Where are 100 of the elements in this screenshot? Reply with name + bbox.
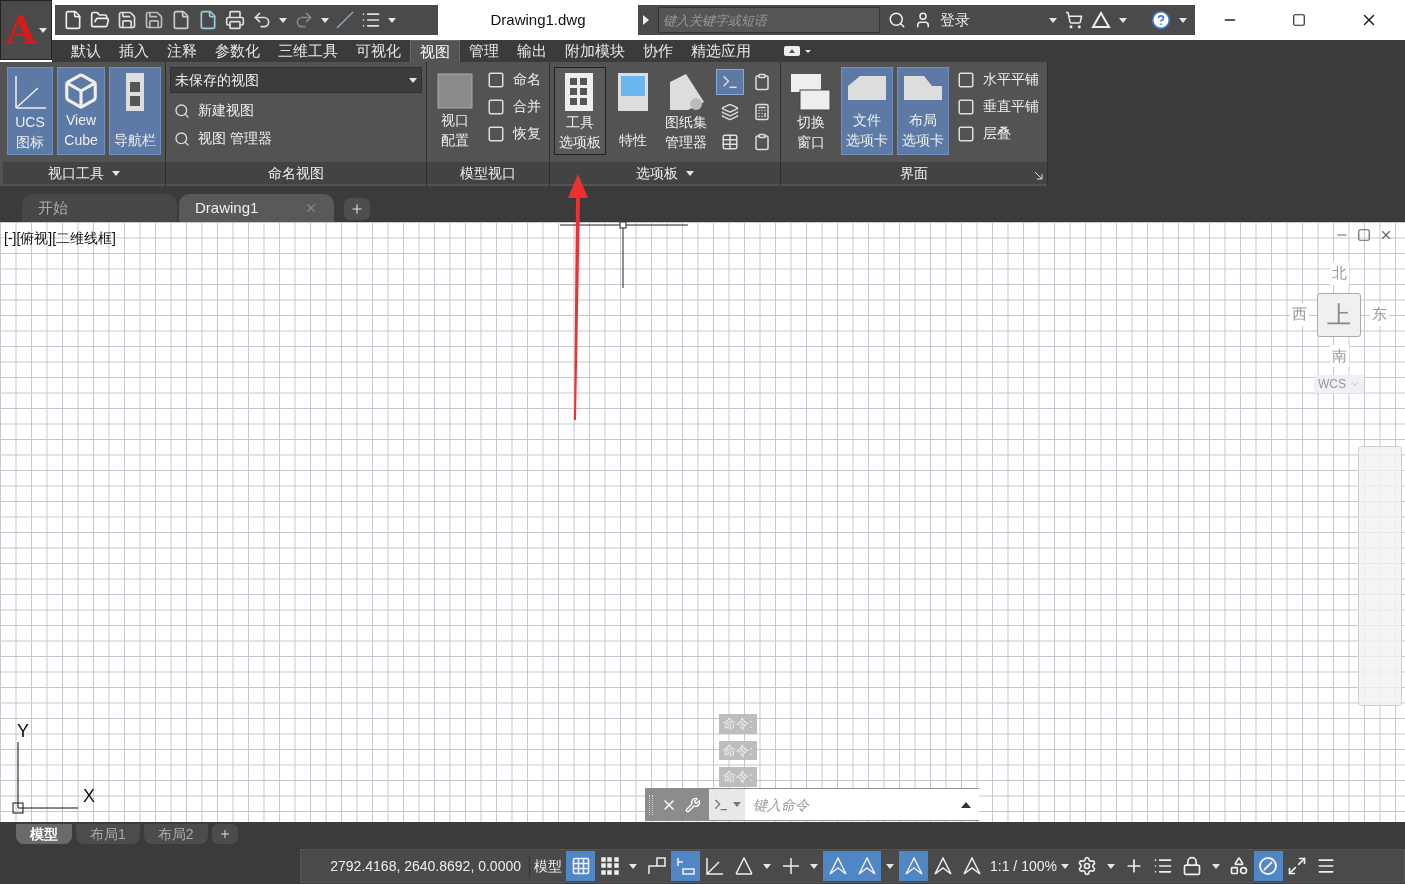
launcher-icon[interactable] — [1035, 172, 1043, 180]
ribbon-toggle-icon[interactable] — [784, 46, 812, 56]
plus-icon — [350, 202, 364, 216]
ribbon-item[interactable]: 水平平铺 — [953, 69, 1043, 90]
ribbon-item[interactable]: 垂直平铺 — [953, 96, 1043, 117]
status-toggle[interactable] — [1253, 851, 1283, 881]
ribbon-tab[interactable]: 参数化 — [206, 40, 269, 62]
redo-icon[interactable] — [294, 10, 314, 30]
gear-icon — [1077, 856, 1098, 876]
coordinates-readout[interactable]: 2792.4168, 2640.8692, 0.0000 — [301, 855, 529, 877]
layout-tab[interactable]: 布局1 — [76, 824, 140, 844]
ribbon-button[interactable]: 工具 选项板 — [554, 67, 606, 155]
status-toggle[interactable] — [823, 851, 852, 881]
list-icon — [1153, 856, 1174, 876]
line-icon[interactable] — [336, 11, 354, 29]
grip-icon[interactable] — [649, 794, 653, 815]
settings-icon[interactable] — [685, 796, 701, 813]
panel-title: 选项板 — [636, 163, 678, 183]
window-icon — [957, 70, 975, 89]
windows-icon — [790, 72, 832, 112]
ribbon-button[interactable]: View Cube — [57, 67, 105, 155]
user-icon[interactable] — [914, 11, 932, 29]
status-toggle[interactable] — [899, 851, 928, 881]
chevron-icon — [1350, 379, 1360, 389]
properties-icon[interactable] — [361, 10, 381, 30]
help-icon[interactable] — [1151, 10, 1171, 30]
login-link[interactable]: 登录 — [940, 8, 970, 32]
table-icon — [721, 133, 739, 151]
command-input[interactable]: 键入命令 — [745, 789, 953, 820]
calculator-icon — [753, 103, 771, 121]
layers-icon — [721, 103, 739, 121]
undo-icon[interactable] — [252, 10, 272, 30]
new-tab-button[interactable] — [344, 198, 370, 220]
expand-icon[interactable] — [642, 15, 650, 25]
history-icon[interactable] — [961, 801, 971, 808]
ribbon-button[interactable]: UCS 图标 — [7, 67, 53, 155]
ribbon-button[interactable]: 图纸集 管理器 — [660, 67, 712, 155]
ribbon-tab[interactable]: 三维工具 — [269, 40, 347, 62]
viewport-label[interactable]: [-][俯视][二维线框] — [4, 228, 116, 249]
plus-icon — [218, 828, 231, 840]
ribbon-tab[interactable]: 可视化 — [347, 40, 410, 62]
ribbon-button[interactable]: 布局 选项卡 — [897, 67, 949, 155]
ribbon-tab[interactable]: 注释 — [158, 40, 206, 62]
ribbon-tab[interactable]: 输出 — [508, 40, 556, 62]
ribbon-item[interactable]: 合并 — [483, 96, 545, 117]
caret-icon — [1060, 863, 1069, 869]
ribbon-item[interactable]: 视图 管理器 — [170, 128, 422, 149]
status-toggle[interactable] — [671, 851, 700, 881]
ribbon-tab[interactable]: 插入 — [110, 40, 158, 62]
new-layout-button[interactable] — [211, 824, 238, 844]
search-field[interactable]: 键入关键字或短语 — [658, 7, 880, 33]
ribbon-button[interactable]: 切换 窗口 — [785, 67, 837, 155]
ribbon-tab[interactable]: 默认 — [62, 40, 110, 62]
ribbon-tab[interactable]: 精选应用 — [682, 40, 760, 62]
circle-icon — [1258, 856, 1279, 876]
monitor-icon — [617, 72, 649, 112]
file-tab[interactable]: Drawing1 — [179, 194, 334, 222]
ribbon-item[interactable]: 层叠 — [953, 123, 1043, 144]
ribbon-tab[interactable]: 视图 — [410, 40, 460, 62]
panel-title: 视口工具 — [48, 163, 104, 183]
window-icon — [487, 124, 505, 143]
layout-tab[interactable]: 布局2 — [143, 824, 208, 844]
print-icon[interactable] — [225, 10, 245, 30]
status-toggle[interactable] — [566, 851, 595, 881]
caret-icon — [409, 77, 417, 83]
ribbon-item[interactable]: 新建视图 — [170, 100, 422, 121]
window-icon — [957, 97, 975, 116]
window-icon — [487, 70, 505, 89]
dynamic-input-icon — [676, 857, 695, 875]
caret-icon — [1179, 17, 1187, 23]
new-file-icon[interactable] — [63, 10, 83, 30]
triangle-icon[interactable] — [1091, 11, 1111, 29]
ribbon-tab[interactable]: 附加模块 — [556, 40, 634, 62]
status-toggle[interactable] — [852, 851, 881, 881]
view-dropdown[interactable]: 未保存的视图 — [170, 67, 422, 93]
save-icon[interactable] — [117, 10, 137, 30]
open-folder-icon[interactable] — [90, 10, 110, 30]
clipboard-icon — [753, 73, 771, 91]
ribbon-button[interactable]: 导航栏 — [109, 67, 161, 155]
layout-tab[interactable]: 模型 — [16, 824, 72, 844]
file-tab[interactable]: 开始 — [22, 194, 177, 222]
shapes-icon — [1229, 856, 1250, 876]
restore-icon[interactable] — [1357, 228, 1371, 242]
corner-icon — [647, 857, 666, 875]
grid-icon — [570, 856, 591, 876]
document-icon[interactable] — [171, 10, 191, 30]
ribbon-item[interactable]: 命名 — [483, 69, 545, 90]
ribbon-button[interactable]: 文件 选项卡 — [841, 67, 893, 155]
ribbon-button[interactable]: 视口 配置 — [431, 67, 479, 155]
share-icon[interactable] — [198, 10, 218, 30]
ribbon-tab[interactable]: 协作 — [634, 40, 682, 62]
lock-icon — [1182, 856, 1203, 876]
ribbon-item[interactable]: 恢复 — [483, 123, 545, 144]
annotation-scale-button[interactable]: 1:1 / 100% — [986, 855, 1073, 877]
ribbon-tab[interactable]: 管理 — [460, 40, 508, 62]
save-as-icon[interactable] — [144, 10, 164, 30]
ribbon-button[interactable]: 特性 — [610, 67, 656, 155]
maximize-icon[interactable] — [1292, 13, 1306, 27]
palette-button[interactable] — [716, 69, 744, 95]
cart-icon[interactable] — [1065, 11, 1083, 29]
